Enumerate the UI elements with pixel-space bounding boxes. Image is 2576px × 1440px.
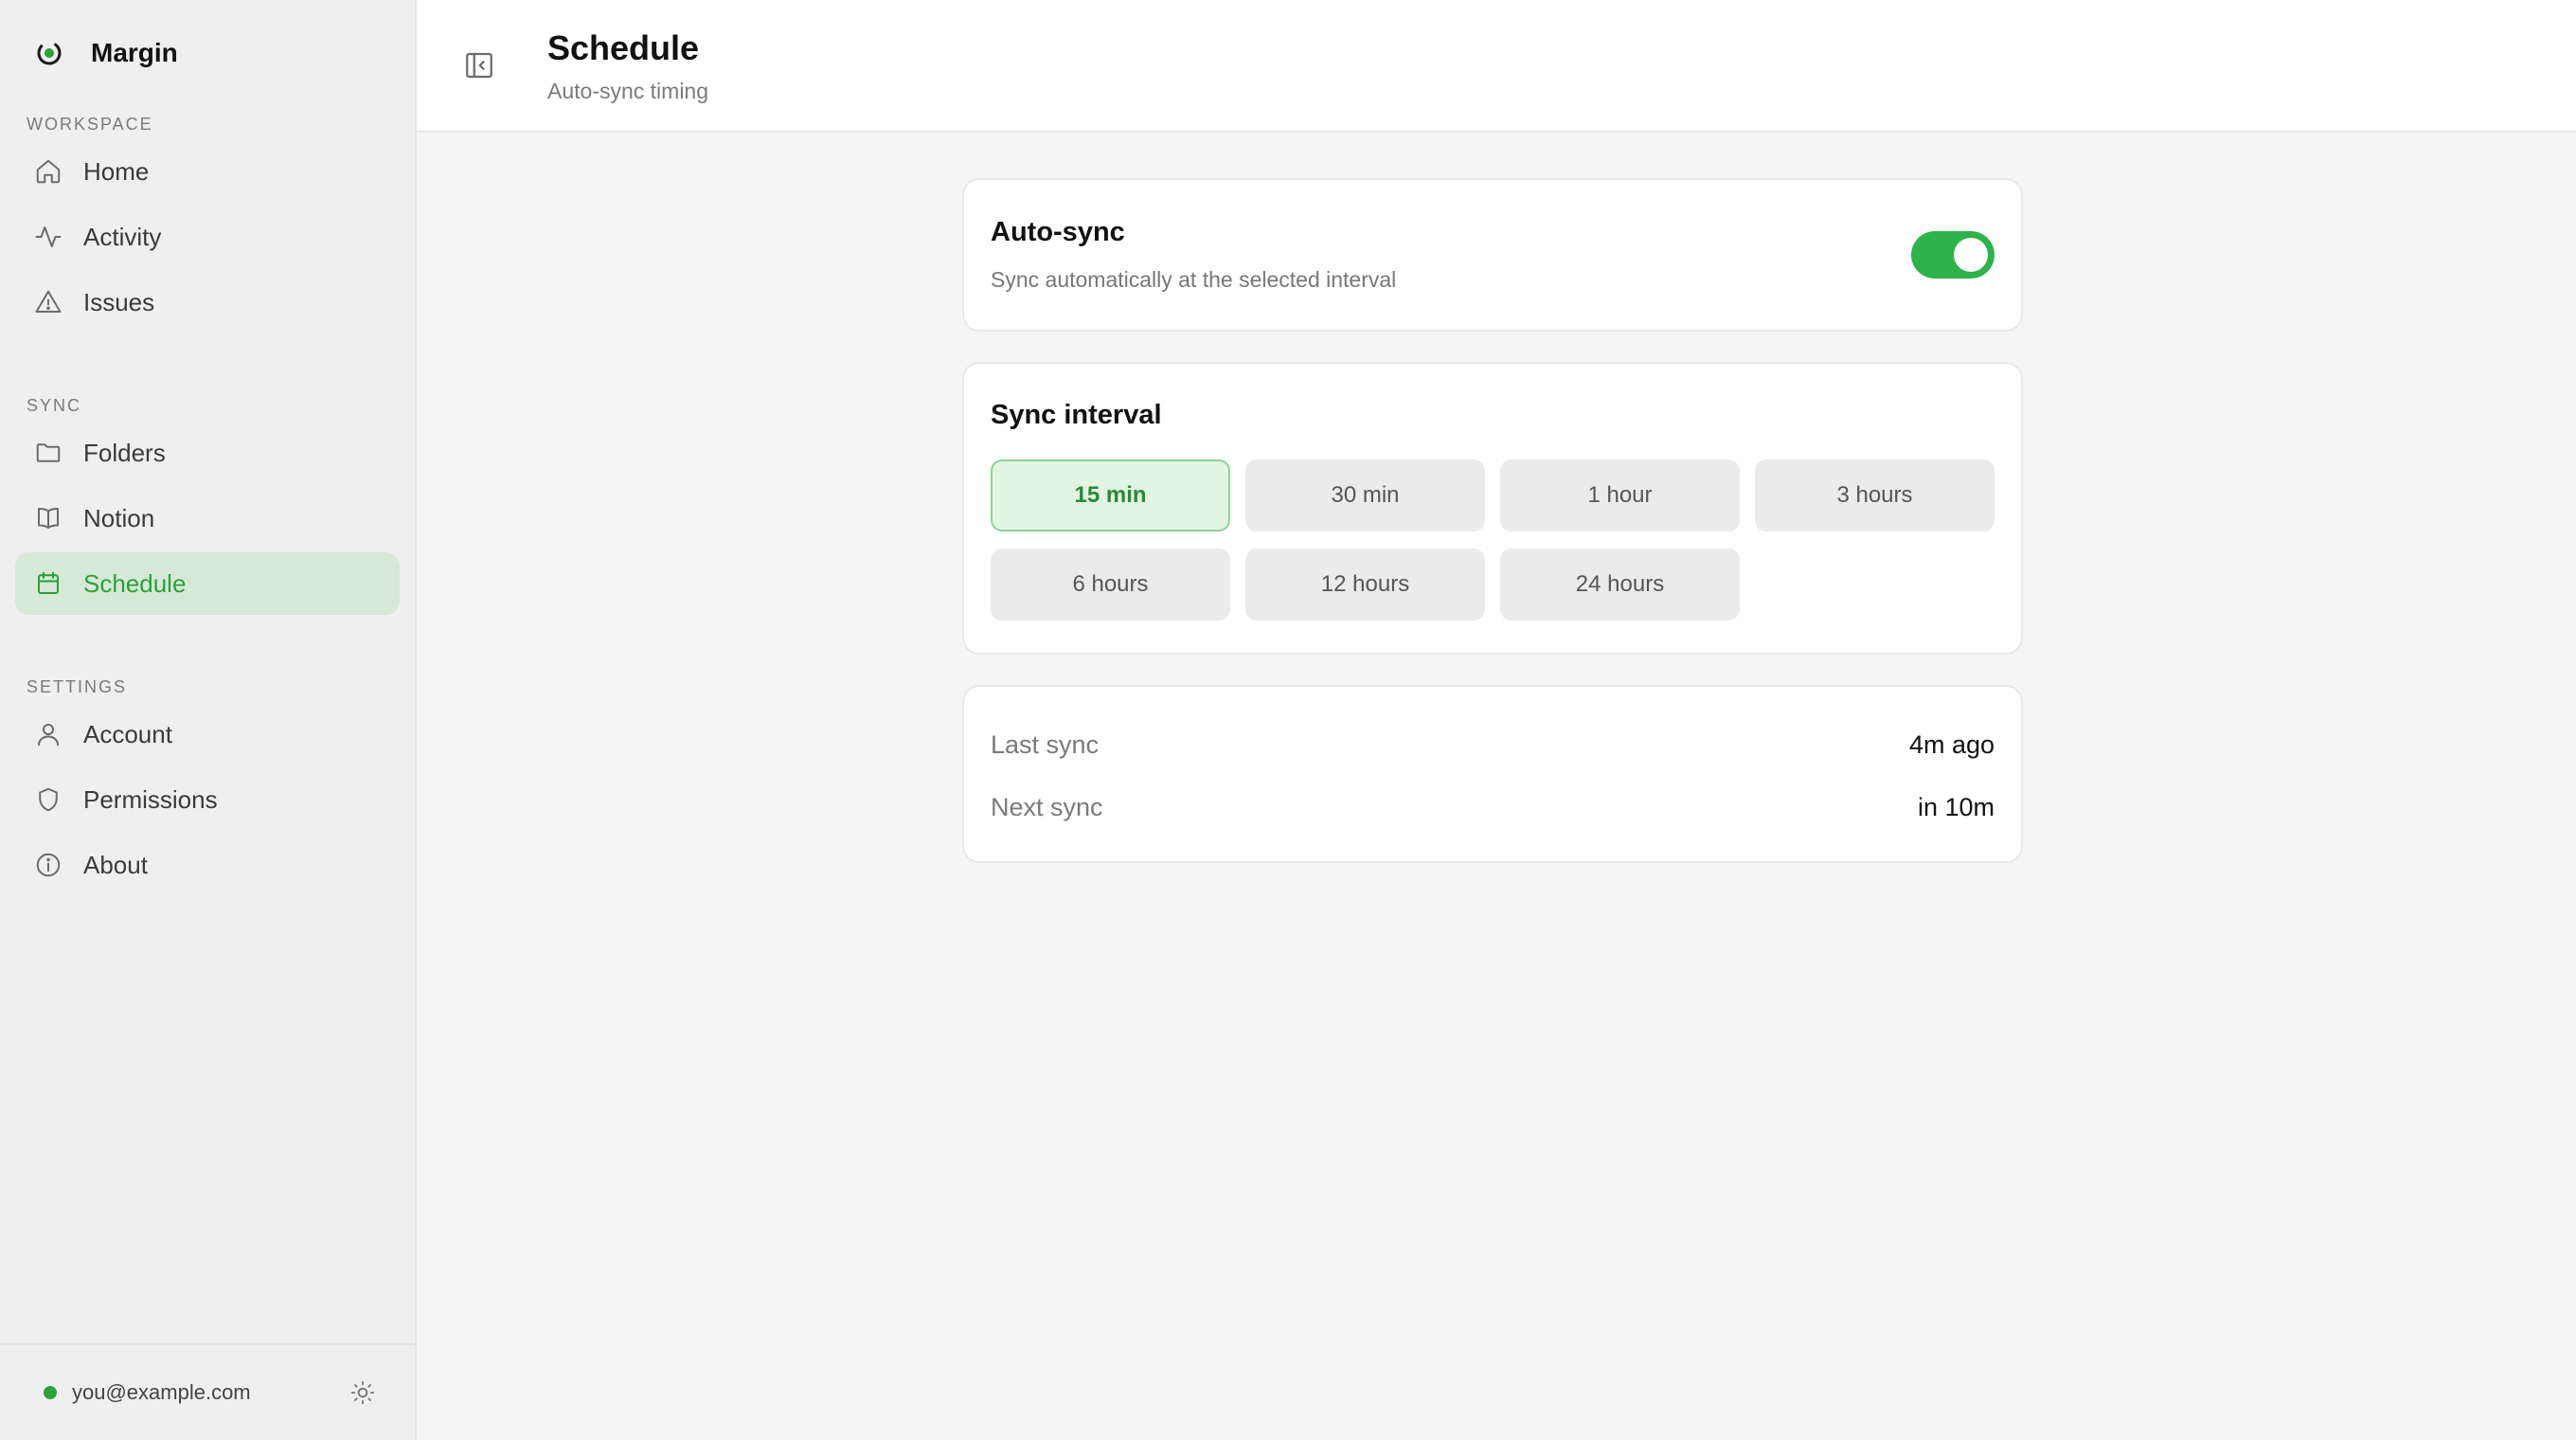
calendar-icon: [34, 569, 63, 598]
interval-option-6-hours[interactable]: 6 hours: [991, 549, 1230, 621]
autosync-description: Sync automatically at the selected inter…: [991, 267, 1397, 292]
interval-option-3-hours[interactable]: 3 hours: [1755, 459, 1995, 531]
sidebar-item-label: About: [83, 850, 148, 879]
page-subtitle: Auto-sync timing: [547, 78, 709, 103]
shield-icon: [34, 785, 63, 814]
last-sync-value: 4m ago: [1908, 729, 1995, 759]
nav-sync: Folders Notion Schedule: [0, 422, 415, 618]
autosync-title: Auto-sync: [991, 217, 1125, 247]
sidebar-item-label: Issues: [83, 287, 155, 316]
online-status-dot: [44, 1386, 57, 1399]
book-icon: [34, 504, 63, 532]
sidebar-item-notion[interactable]: Notion: [15, 487, 400, 549]
home-icon: [34, 157, 63, 186]
sync-interval-card: Sync interval 15 min 30 min 1 hour 3 hou…: [962, 362, 2023, 655]
nav-workspace: Home Activity Issues: [0, 140, 415, 336]
autosync-card: Auto-sync Sync automatically at the sele…: [962, 178, 2023, 332]
autosync-toggle[interactable]: [1911, 231, 1995, 279]
interval-option-30-min[interactable]: 30 min: [1245, 459, 1485, 531]
sidebar: Margin WORKSPACE Home Activity Issues SY…: [0, 0, 417, 1440]
sidebar-collapse-icon[interactable]: [462, 48, 496, 82]
sidebar-item-label: Permissions: [83, 784, 218, 814]
last-sync-row: Last sync 4m ago: [991, 713, 1995, 776]
info-icon: [34, 851, 63, 879]
page-title: Schedule: [547, 27, 700, 67]
section-label-settings: SETTINGS: [27, 677, 128, 696]
last-sync-label: Last sync: [991, 729, 1100, 759]
sidebar-item-schedule[interactable]: Schedule: [15, 552, 400, 615]
brand: Margin: [0, 0, 415, 106]
sidebar-item-account[interactable]: Account: [15, 703, 400, 765]
section-label-workspace: WORKSPACE: [27, 115, 153, 134]
sidebar-item-activity[interactable]: Activity: [15, 206, 400, 268]
user-status: you@example.com: [44, 1380, 251, 1405]
interval-options: 15 min 30 min 1 hour 3 hours 6 hours 12 …: [991, 459, 1995, 621]
nav-settings: Account Permissions About: [0, 703, 415, 899]
sidebar-item-folders[interactable]: Folders: [15, 422, 400, 484]
sidebar-item-label: Schedule: [83, 568, 187, 598]
sync-status-card: Last sync 4m ago Next sync in 10m: [962, 685, 2023, 863]
user-icon: [34, 720, 63, 748]
sidebar-footer: you@example.com: [0, 1343, 415, 1440]
sidebar-item-about[interactable]: About: [15, 834, 400, 896]
activity-icon: [34, 223, 63, 251]
interval-option-1-hour[interactable]: 1 hour: [1500, 459, 1740, 531]
content-area: Auto-sync Sync automatically at the sele…: [417, 133, 2576, 893]
interval-option-12-hours[interactable]: 12 hours: [1245, 549, 1485, 621]
next-sync-row: Next sync in 10m: [991, 776, 1995, 838]
sidebar-item-permissions[interactable]: Permissions: [15, 768, 400, 831]
sidebar-item-label: Home: [83, 156, 150, 186]
settings-column: Auto-sync Sync automatically at the sele…: [962, 178, 2023, 893]
sidebar-item-label: Activity: [83, 222, 162, 251]
toggle-knob: [1954, 238, 1988, 272]
title-block: Schedule Auto-sync timing: [547, 27, 708, 104]
next-sync-value: in 10m: [1917, 792, 1995, 821]
folder-icon: [34, 439, 63, 467]
sidebar-item-issues[interactable]: Issues: [15, 271, 400, 333]
user-email: you@example.com: [72, 1380, 251, 1404]
sidebar-item-home[interactable]: Home: [15, 140, 400, 203]
app-window: Margin WORKSPACE Home Activity Issues SY…: [0, 0, 2576, 1440]
sidebar-item-label: Notion: [83, 503, 155, 532]
page-header: Schedule Auto-sync timing: [417, 0, 2576, 133]
app-name: Margin: [91, 38, 178, 67]
sidebar-item-label: Account: [83, 719, 172, 748]
sun-icon[interactable]: [349, 1378, 377, 1407]
next-sync-label: Next sync: [991, 792, 1103, 821]
interval-option-24-hours[interactable]: 24 hours: [1500, 549, 1740, 621]
warning-icon: [34, 288, 63, 316]
sidebar-item-label: Folders: [83, 438, 166, 467]
main-panel: Schedule Auto-sync timing Auto-sync Sync…: [417, 0, 2576, 1440]
interval-option-15-min[interactable]: 15 min: [991, 459, 1230, 531]
autosync-text: Auto-sync Sync automatically at the sele…: [991, 217, 1396, 293]
section-label-sync: SYNC: [27, 396, 82, 415]
sync-interval-title: Sync interval: [991, 400, 1162, 430]
margin-logo-icon: [34, 38, 64, 68]
